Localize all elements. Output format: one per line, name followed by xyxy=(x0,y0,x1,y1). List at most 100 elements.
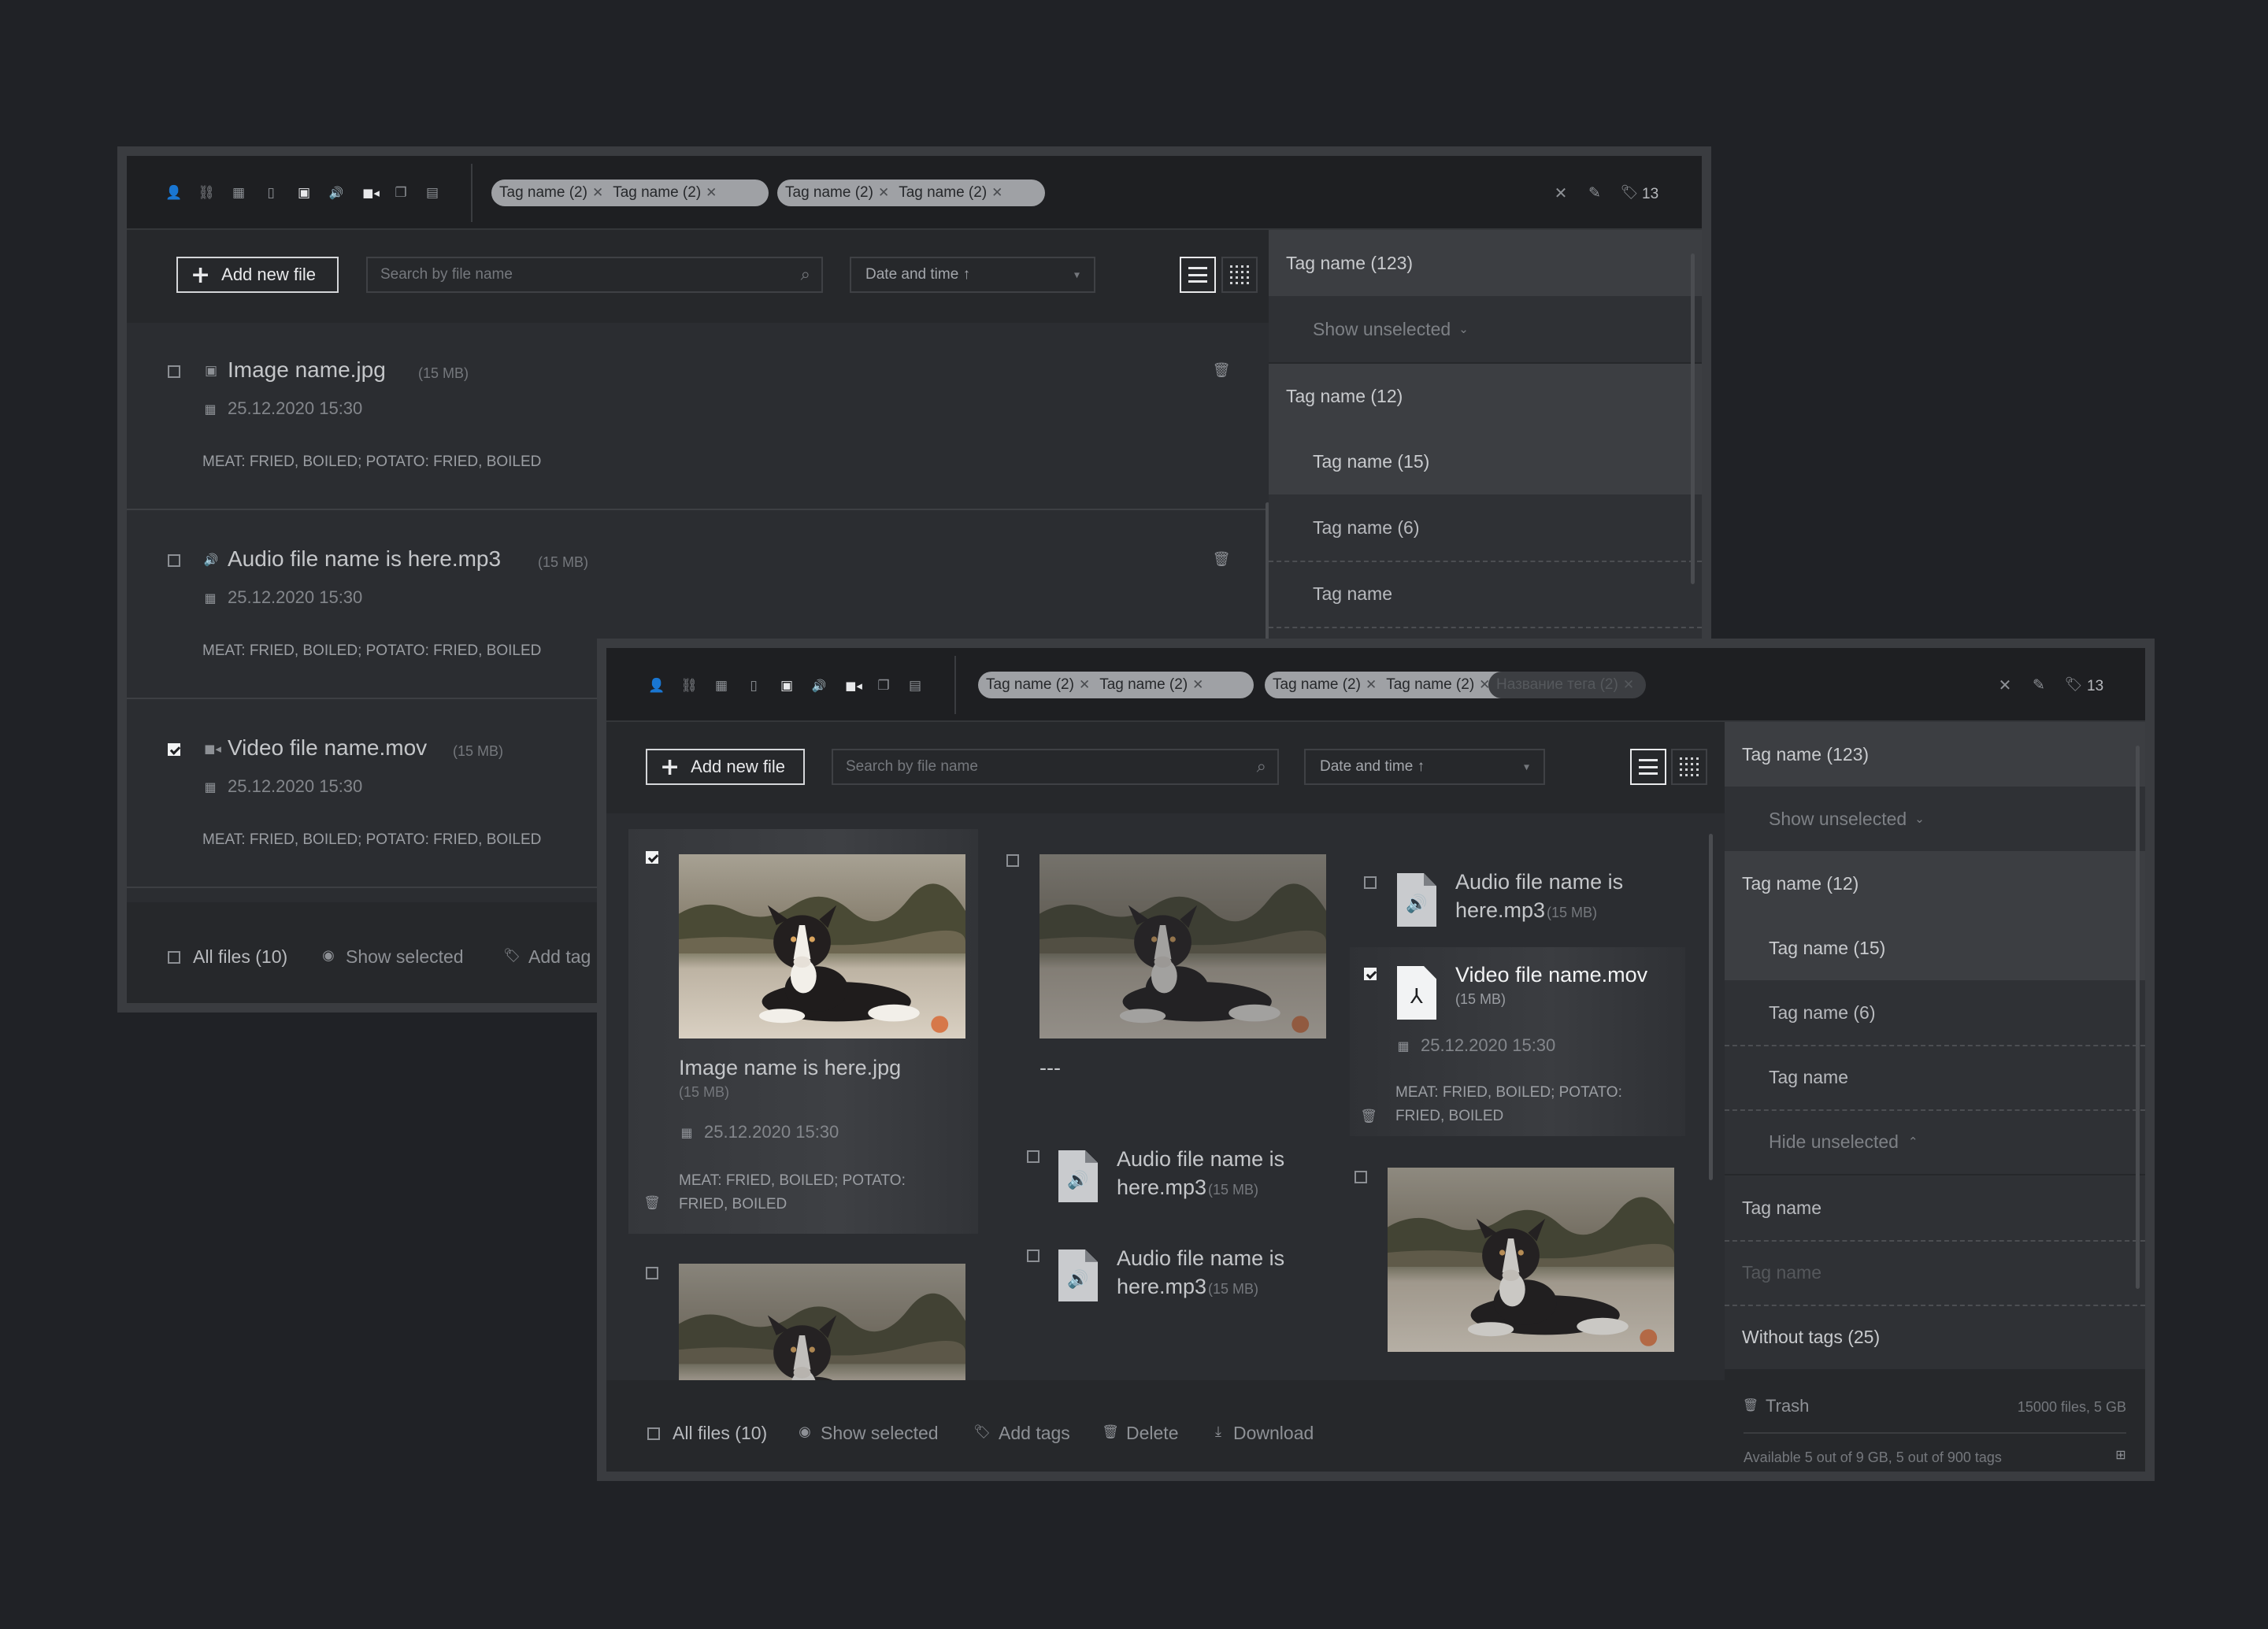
copy-icon[interactable]: ❐ xyxy=(876,678,891,694)
sort-select[interactable]: Date and time ↑ ▾ xyxy=(1304,749,1545,785)
hide-unselected-toggle[interactable]: Hide unselected ⌃ xyxy=(1725,1109,2145,1174)
sidebar-root[interactable]: Tag name (123) xyxy=(1269,230,1702,296)
close-icon[interactable]: ✕ xyxy=(1366,677,1377,693)
user-icon[interactable]: 👤 xyxy=(648,678,665,694)
show-selected-button[interactable]: Show selected xyxy=(821,1423,939,1444)
thumbnail-image[interactable] xyxy=(1388,1168,1674,1352)
document-icon[interactable]: ▯ xyxy=(263,185,279,201)
close-icon[interactable]: ✕ xyxy=(706,185,717,201)
close-icon[interactable]: ✕ xyxy=(592,185,603,201)
card-checkbox[interactable] xyxy=(1364,968,1377,980)
sidebar-item[interactable]: Tag name xyxy=(1269,561,1702,627)
tag-chip-group[interactable]: Tag name (2) ✕ Tag name (2) ✕ xyxy=(777,180,1045,206)
close-icon[interactable]: ✕ xyxy=(1079,677,1090,693)
close-icon[interactable]: ✕ xyxy=(1623,677,1634,693)
card-tags: FRIED, BOILED xyxy=(679,1196,788,1212)
sidebar-item[interactable]: Tag name xyxy=(1725,1045,2145,1109)
sidebar-scrollbar[interactable] xyxy=(1691,254,1695,584)
tag-icon[interactable]: 🏷 xyxy=(1621,184,1639,202)
close-icon[interactable]: ✕ xyxy=(878,185,889,201)
sidebar-item[interactable]: Tag name (15) xyxy=(1269,428,1702,494)
all-files-label[interactable]: All files (10) xyxy=(193,946,287,968)
card-checkbox[interactable] xyxy=(1364,876,1377,889)
grid-scrollbar[interactable] xyxy=(1709,834,1713,1180)
tag-chip-faded[interactable]: Название тега (2) ✕ xyxy=(1488,672,1646,698)
search-input[interactable]: Search by file name ⌕ xyxy=(366,257,823,293)
user-icon[interactable]: 👤 xyxy=(165,185,182,201)
card-checkbox[interactable] xyxy=(646,1267,658,1279)
sidebar-group[interactable]: Tag name (12) xyxy=(1725,851,2145,916)
thumbnail-image[interactable] xyxy=(679,854,965,1038)
add-file-button[interactable]: + Add new file xyxy=(646,749,805,785)
add-tags-button[interactable]: Add tag xyxy=(528,946,591,968)
sort-label: Date and time ↑ xyxy=(1320,758,1425,775)
document-icon[interactable]: ▯ xyxy=(746,678,762,694)
video-icon[interactable]: ■◂ xyxy=(843,678,864,694)
list-view-button[interactable] xyxy=(1180,257,1216,293)
link-icon[interactable]: ⛓ xyxy=(198,185,215,201)
card-checkbox[interactable] xyxy=(646,851,658,864)
add-tags-button[interactable]: Add tags xyxy=(999,1423,1070,1444)
image-icon[interactable]: ▣ xyxy=(778,678,795,694)
grid-view-button[interactable] xyxy=(1671,749,1707,785)
expand-icon[interactable]: ⊞ xyxy=(2114,1448,2128,1462)
archive-icon[interactable]: ▤ xyxy=(424,185,440,201)
sidebar-item[interactable]: Tag name (6) xyxy=(1725,980,2145,1045)
row-checkbox[interactable] xyxy=(168,743,180,756)
trash-icon[interactable]: 🗑 xyxy=(643,1194,661,1212)
without-tags-item[interactable]: Without tags (25) xyxy=(1725,1305,2145,1369)
close-icon[interactable]: ✕ xyxy=(1552,184,1569,202)
add-file-button[interactable]: + Add new file xyxy=(176,257,339,293)
list-row[interactable]: ▣ Image name.jpg (15 MB) ▦ 25.12.2020 15… xyxy=(127,323,1269,510)
tag-chip-group[interactable]: Tag name (2) ✕ Tag name (2) ✕ xyxy=(491,180,769,206)
trash-link[interactable]: Trash xyxy=(1766,1396,1809,1416)
archive-icon[interactable]: ▤ xyxy=(907,678,923,694)
row-checkbox[interactable] xyxy=(168,365,180,378)
download-button[interactable]: Download xyxy=(1233,1423,1314,1444)
sidebar-root[interactable]: Tag name (123) xyxy=(1725,722,2145,787)
thumbnail-image[interactable] xyxy=(679,1264,965,1380)
show-unselected-toggle[interactable]: Show unselected ⌄ xyxy=(1269,296,1702,362)
search-input[interactable]: Search by file name ⌕ xyxy=(832,749,1279,785)
edit-icon[interactable]: ✎ xyxy=(2030,676,2048,694)
sort-select[interactable]: Date and time ↑ ▾ xyxy=(850,257,1095,293)
copy-icon[interactable]: ❐ xyxy=(393,185,409,201)
image-icon[interactable]: ▣ xyxy=(295,185,313,201)
sidebar-item[interactable]: Tag name (6) xyxy=(1269,494,1702,561)
tag-chip-group[interactable]: Tag name (2) ✕ Tag name (2) ✕ xyxy=(978,672,1254,698)
close-icon[interactable]: ✕ xyxy=(991,185,1002,201)
row-checkbox[interactable] xyxy=(168,554,180,567)
sidebar-scrollbar[interactable] xyxy=(2136,746,2140,1289)
select-all-checkbox[interactable] xyxy=(647,1427,660,1440)
thumbnail-image[interactable] xyxy=(1040,854,1326,1038)
sidebar-item[interactable]: Tag name (15) xyxy=(1725,916,2145,980)
audio-icon[interactable]: 🔊 xyxy=(810,678,828,694)
grid-view-button[interactable] xyxy=(1221,257,1258,293)
card-checkbox[interactable] xyxy=(1027,1150,1040,1163)
close-icon[interactable]: ✕ xyxy=(1192,677,1203,693)
sidebar-tag[interactable]: Tag name xyxy=(1725,1175,2145,1240)
edit-icon[interactable]: ✎ xyxy=(1586,184,1603,202)
sidebar-group[interactable]: Tag name (12) xyxy=(1269,362,1702,428)
tag-icon[interactable]: 🏷 xyxy=(2065,676,2083,694)
trash-icon[interactable]: 🗑 xyxy=(1213,551,1231,568)
calendar-icon[interactable]: ▦ xyxy=(713,678,729,694)
video-icon[interactable]: ■◂ xyxy=(361,185,381,201)
close-icon[interactable]: ✕ xyxy=(1996,676,2014,694)
select-all-checkbox[interactable] xyxy=(168,951,180,964)
trash-icon[interactable]: 🗑 xyxy=(1213,362,1231,379)
grid-icon xyxy=(1230,265,1249,284)
list-view-button[interactable] xyxy=(1630,749,1666,785)
show-unselected-toggle[interactable]: Show unselected ⌄ xyxy=(1725,787,2145,851)
link-icon[interactable]: ⛓ xyxy=(680,678,698,694)
card-checkbox[interactable] xyxy=(1006,854,1019,867)
show-selected-button[interactable]: Show selected xyxy=(346,946,464,968)
card-checkbox[interactable] xyxy=(1027,1250,1040,1262)
trash-icon[interactable]: 🗑 xyxy=(1360,1108,1377,1125)
all-files-label[interactable]: All files (10) xyxy=(673,1423,767,1444)
delete-button[interactable]: Delete xyxy=(1126,1423,1178,1444)
card-checkbox[interactable] xyxy=(1354,1171,1367,1183)
new-tag-input[interactable]: Tag name xyxy=(1725,1240,2145,1305)
calendar-icon[interactable]: ▦ xyxy=(231,185,246,201)
audio-icon[interactable]: 🔊 xyxy=(328,185,345,201)
